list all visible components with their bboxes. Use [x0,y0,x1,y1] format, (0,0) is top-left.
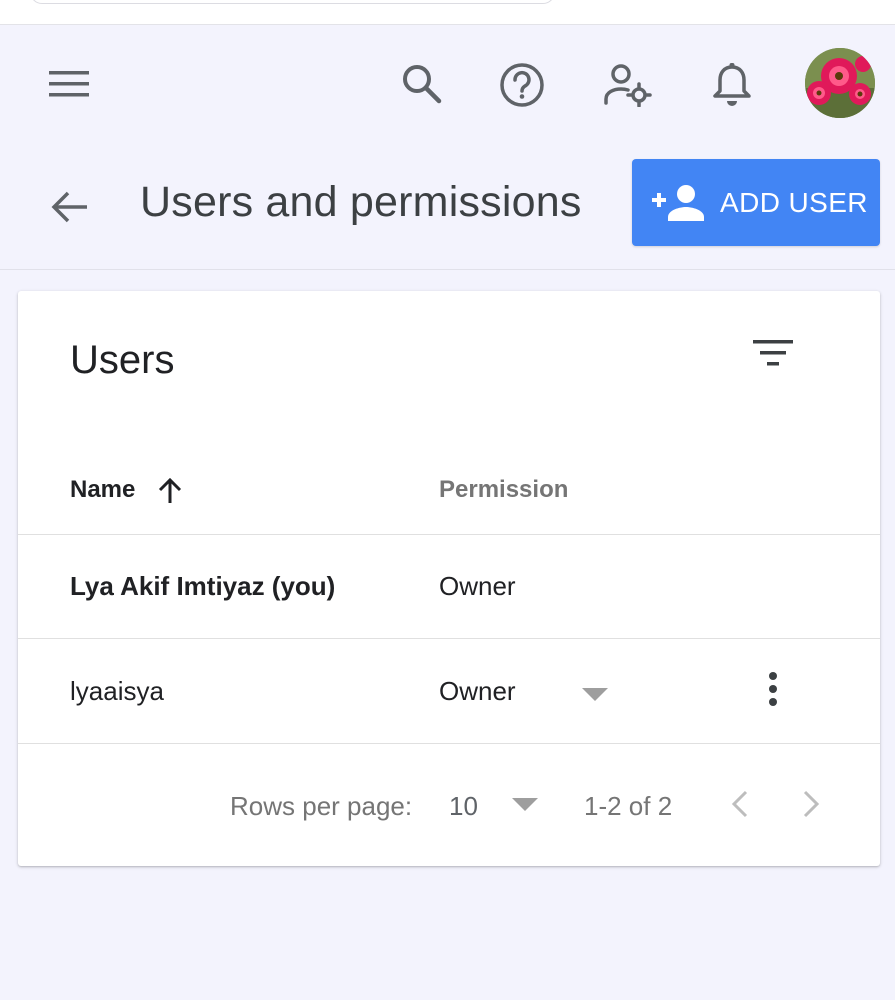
chevron-right-icon[interactable] [797,787,825,821]
users-card: Users Name Permission Lya Akif Imtiyaz (… [18,291,880,866]
browser-strip [0,0,895,25]
column-header-permission: Permission [439,476,569,503]
dropdown-arrow-icon[interactable] [580,685,610,705]
search-icon[interactable] [398,60,446,108]
chevron-left-icon[interactable] [726,787,754,821]
filter-icon[interactable] [751,336,795,370]
divider [18,743,880,744]
menu-icon[interactable] [44,62,96,106]
user-name: lyaaisya [70,676,164,706]
bell-icon[interactable] [709,60,755,110]
rows-per-page-dropdown-icon[interactable] [510,796,540,814]
add-user-button[interactable]: ADD USER [632,159,880,246]
column-header-name[interactable]: Name [70,476,135,504]
pagination-range: 1-2 of 2 [584,791,673,821]
address-bar[interactable] [30,0,555,4]
add-user-label: ADD USER [720,187,868,218]
app-bar [0,26,895,146]
more-vert-icon[interactable] [758,668,788,710]
user-permission: Owner [439,571,516,601]
arrow-back-icon[interactable] [48,187,92,227]
user-name: Lya Akif Imtiyaz (you) [70,571,336,601]
person-add-icon [652,185,704,226]
sort-ascending-icon[interactable] [156,476,184,506]
rows-per-page-select[interactable]: 10 [449,791,478,822]
divider [18,638,880,639]
help-icon[interactable] [497,60,547,110]
card-title: Users [70,338,175,382]
divider [18,534,880,535]
permission-select[interactable]: Owner [439,676,516,707]
manage-accounts-icon[interactable] [602,62,654,108]
rows-per-page-label: Rows per page: [230,791,413,821]
avatar[interactable] [805,48,875,118]
page-title: Users and permissions [140,178,582,226]
